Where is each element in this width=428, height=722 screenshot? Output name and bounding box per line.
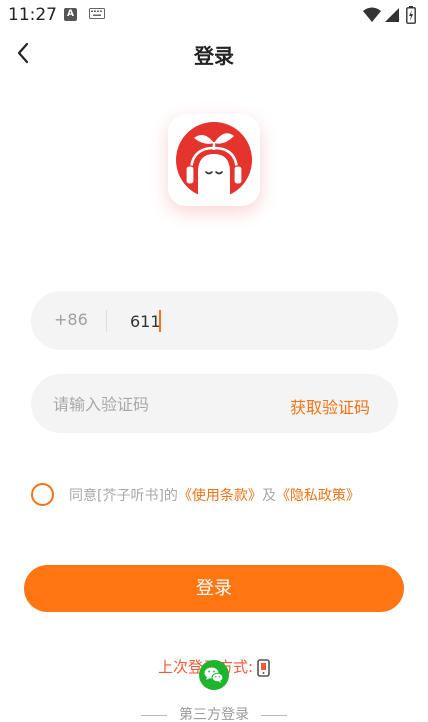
sprout-headphones-logo-icon [176, 122, 252, 198]
agreement-row: 同意[芥子听书]的《使用条款》及《隐私政策》 [31, 482, 411, 506]
login-button[interactable]: 登录 [24, 565, 404, 612]
text-caret [159, 310, 161, 332]
phone-input[interactable] [130, 303, 380, 339]
status-bar: 11:27 A [0, 0, 428, 30]
agree-radio[interactable] [31, 483, 54, 506]
accessibility-a-icon: A [64, 8, 77, 21]
terms-link[interactable]: 《使用条款》 [178, 488, 262, 504]
get-code-button[interactable]: 获取验证码 [290, 394, 370, 418]
verification-code-input[interactable] [53, 386, 273, 422]
signal-icon [385, 8, 399, 22]
agreement-text: 同意[芥子听书]的《使用条款》及《隐私政策》 [69, 485, 360, 505]
agreement-prefix: 同意[芥子听书]的 [69, 488, 178, 504]
divider-line-left [141, 714, 167, 716]
page-title: 登录 [194, 44, 234, 68]
code-field[interactable]: 获取验证码 [31, 374, 398, 433]
wifi-icon [363, 7, 381, 22]
third-party-login-divider: 第三方登录 [0, 704, 428, 722]
agreement-conjunction: 及 [261, 488, 276, 504]
status-time: 11:27 [8, 5, 57, 25]
battery-icon [406, 6, 416, 24]
wechat-login-button[interactable] [199, 660, 229, 690]
privacy-link[interactable]: 《隐私政策》 [276, 488, 360, 504]
phone-icon [257, 658, 270, 677]
nav-bar: 登录 [0, 30, 428, 76]
divider-line-right [261, 714, 287, 716]
app-logo [168, 114, 260, 206]
keyboard-icon [89, 8, 105, 19]
country-code[interactable]: +86 [54, 310, 88, 329]
phone-field[interactable]: +86 [31, 291, 398, 350]
divider [106, 310, 107, 332]
status-right-icons [362, 6, 420, 24]
third-party-label: 第三方登录 [179, 707, 249, 722]
wechat-icon [204, 667, 224, 683]
